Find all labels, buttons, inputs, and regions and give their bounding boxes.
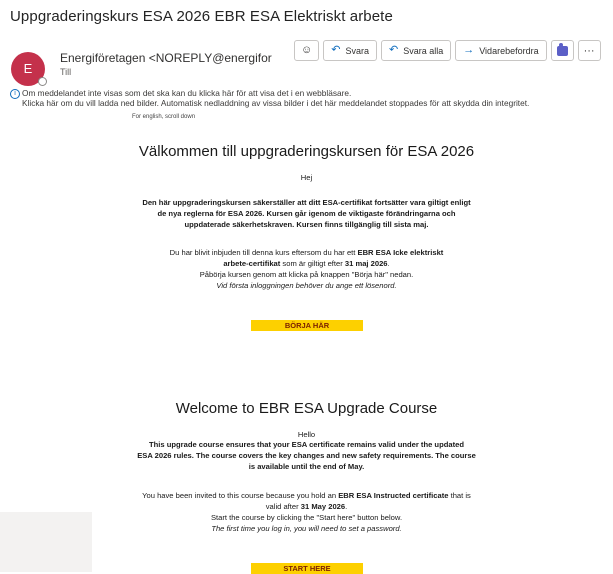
english-heading: Welcome to EBR ESA Upgrade Course [175, 400, 438, 417]
presence-status-icon [38, 77, 47, 86]
swedish-paragraph-1: Den här uppgraderingskursen säkerställer… [0, 197, 613, 230]
certificate-name: EBR ESA Instructed certificate [338, 491, 449, 500]
swedish-heading: Välkommen till uppgraderingskursen för E… [138, 143, 475, 160]
text-line: som är giltigt efter [280, 259, 345, 268]
reply-button[interactable]: ↶ Svara [323, 40, 377, 61]
text-line: valid after [265, 502, 301, 511]
text-line: . [387, 259, 390, 268]
reply-arrow-icon: ↶ [331, 44, 341, 56]
reply-all-button[interactable]: ↶ Svara alla [380, 40, 452, 61]
text-line: Du har blivit inbjuden till denna kurs e… [169, 248, 358, 257]
valid-date: 31 maj 2026 [344, 259, 388, 268]
side-panel-edge [0, 512, 92, 572]
english-version-link[interactable]: For english, scroll down [132, 114, 195, 120]
valid-date: 31 May 2026 [300, 502, 346, 511]
english-paragraph-1: This upgrade course ensures that your ES… [0, 439, 613, 472]
borja-har-button[interactable]: BÖRJA HÄR [251, 320, 363, 331]
text-line: ESA 2026 rules. The course covers the ke… [137, 451, 476, 460]
recipient-label: Till [60, 67, 72, 77]
teams-share-button[interactable] [550, 40, 574, 61]
reply-all-label: Svara alla [403, 45, 444, 56]
text-line: You have been invited to this course bec… [142, 491, 339, 500]
forward-arrow-icon: → [463, 44, 475, 56]
smile-icon: ☺ [301, 44, 313, 56]
text-line: uppdaterade säkerhetskraven. Kursen finn… [184, 220, 429, 229]
emoji-reaction-button[interactable]: ☺ [294, 40, 320, 61]
forward-button[interactable]: → Vidarebefordra [455, 40, 547, 61]
text-line: is available until the end of May. [248, 462, 365, 471]
download-images-link[interactable]: Klicka här om du vill ladda ned bilder. … [22, 98, 529, 109]
swedish-paragraph-2: Du har blivit inbjuden till denna kurs e… [0, 247, 613, 291]
more-actions-button[interactable]: ··· [577, 40, 601, 61]
text-line: . [345, 502, 348, 511]
message-toolbar: ☺ ↶ Svara ↶ Svara alla → Vidarebefordra … [294, 40, 601, 62]
certificate-name-cont: arbete-certifikat [223, 259, 281, 268]
forward-label: Vidarebefordra [479, 45, 539, 56]
text-line: de nya reglerna för ESA 2026. Kursen går… [157, 209, 456, 218]
info-icon: i [10, 89, 20, 99]
start-here-button[interactable]: START HERE [251, 563, 363, 574]
email-subject: Uppgraderingskurs ESA 2026 EBR ESA Elekt… [10, 8, 393, 25]
reply-label: Svara [345, 45, 369, 56]
text-line: that is [448, 491, 471, 500]
text-line: Den här uppgraderingskursen säkerställer… [142, 198, 471, 207]
teams-icon [556, 42, 568, 56]
text-line: Påbörja kursen genom att klicka på knapp… [199, 270, 414, 279]
password-note: Vid första inloggningen behöver du ange … [216, 281, 397, 290]
swedish-greeting: Hej [300, 173, 313, 182]
text-line: This upgrade course ensures that your ES… [149, 440, 464, 449]
reply-all-icon: ↶ [388, 44, 399, 56]
certificate-name: EBR ESA Icke elektriskt [357, 248, 444, 257]
email-body: For english, scroll down Välkommen till … [0, 110, 613, 574]
view-in-browser-link[interactable]: Om meddelandet inte visas som det ska ka… [22, 88, 351, 99]
sender-name[interactable]: Energiföretagen <NOREPLY@energiforet [60, 51, 272, 65]
